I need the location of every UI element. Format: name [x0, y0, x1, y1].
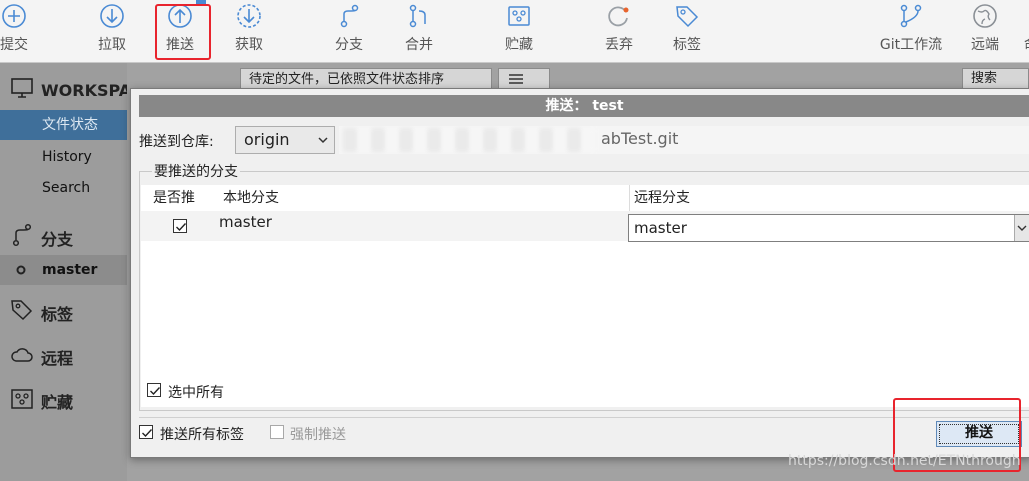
watermark: https://blog.csdn.net/ETNthrough [788, 453, 1021, 469]
pull-label: 拉取 [98, 37, 126, 53]
branches-header-label: 分支 [41, 230, 74, 249]
git-flow-label: Git工作流 [879, 37, 943, 53]
select-all-label: 选中所有 [168, 385, 224, 401]
checkmark-icon [176, 223, 187, 232]
remote-button[interactable]: 远端 [964, 0, 1006, 62]
sidebar-item-label: Search [42, 180, 91, 196]
tag-icon [11, 300, 33, 321]
checkmark-icon [142, 429, 153, 438]
push-highlight-box [155, 4, 211, 60]
branch-button[interactable]: 分支 [326, 0, 372, 62]
sidebar-item-history[interactable]: History [0, 142, 127, 172]
chevron-down-icon [1017, 225, 1027, 231]
branches-header[interactable]: 分支 [41, 226, 73, 250]
sidebar-item-search[interactable]: Search [0, 173, 127, 203]
remote-branch-dropdown-button[interactable] [1014, 215, 1029, 241]
sidebar-item-master[interactable]: master [0, 255, 127, 285]
remote-select-value: origin [244, 130, 290, 149]
commit-button[interactable]: 提交 [0, 0, 34, 62]
discard-label: 丢弃 [605, 37, 633, 53]
monitor-icon [11, 78, 33, 98]
stashes-header-label: 贮藏 [41, 393, 74, 412]
terminal-button[interactable]: 命 [1020, 0, 1029, 62]
row-local-branch: master [219, 213, 272, 231]
commit-label: 提交 [0, 37, 28, 53]
column-header-push[interactable]: 是否推 [153, 185, 195, 211]
tags-header-label: 标签 [41, 305, 74, 324]
discard-button[interactable]: 丢弃 [596, 0, 642, 62]
sidebar-item-label: 文件状态 [42, 117, 98, 133]
push-to-repo-label: 推送到仓库: [139, 134, 214, 150]
file-filter-label: 待定的文件，已依照文件状态排序 [249, 72, 445, 87]
cloud-icon [11, 348, 33, 362]
tag-button[interactable]: 标签 [664, 0, 710, 62]
stash-icon [11, 389, 33, 409]
arrow-down-dashed-circle-icon [237, 4, 261, 28]
chevron-down-icon [318, 137, 328, 144]
search-input[interactable]: 搜索 [962, 68, 1029, 90]
push-all-tags-label: 推送所有标签 [160, 427, 244, 443]
tags-header[interactable]: 标签 [41, 301, 73, 325]
force-push-label: 强制推送 [290, 427, 346, 443]
merge-label: 合并 [405, 37, 433, 53]
row-push-checkbox[interactable] [173, 219, 187, 233]
force-push-box [270, 425, 284, 439]
current-branch-icon [16, 265, 26, 275]
sidebar-item-file-status[interactable]: 文件状态 [0, 110, 127, 140]
branches-group-title: 要推送的分支 [152, 161, 240, 181]
sidebar-item-label: History [42, 149, 92, 165]
stashes-header[interactable]: 贮藏 [41, 389, 73, 413]
remote-branch-value: master [634, 219, 687, 237]
stash-label: 贮藏 [505, 37, 533, 53]
force-push-checkbox[interactable]: 强制推送 [270, 424, 370, 443]
terminal-label: 命 [1024, 34, 1029, 54]
plus-circle-icon [2, 4, 26, 28]
remote-label: 远端 [971, 37, 999, 53]
branch-label: 分支 [335, 37, 363, 53]
dialog-title: 推送： test [139, 95, 1029, 117]
sidebar: WORKSPACE 文件状态 History Search 分支 master … [0, 63, 154, 481]
remotes-header-label: 远程 [41, 349, 74, 368]
branch-icon [340, 4, 359, 28]
remotes-header[interactable]: 远程 [41, 345, 73, 369]
checkmark-icon [150, 387, 161, 396]
view-options-button[interactable] [498, 68, 550, 90]
globe-icon [973, 4, 997, 28]
push-all-tags-box [139, 425, 153, 439]
sidebar-item-label: master [42, 262, 98, 278]
stash-icon [508, 6, 530, 26]
branch-icon [12, 223, 32, 247]
column-header-local[interactable]: 本地分支 [223, 185, 279, 211]
git-flow-button[interactable]: Git工作流 [874, 0, 948, 62]
remote-url-field: abTest.git [339, 126, 1029, 154]
redacted-url [343, 128, 595, 152]
remote-url-suffix: abTest.git [601, 129, 679, 148]
push-all-tags-checkbox[interactable]: 推送所有标签 [139, 424, 259, 443]
merge-icon [409, 4, 426, 28]
arrow-down-circle-icon [100, 4, 124, 28]
fetch-label: 获取 [235, 37, 263, 53]
discard-icon [608, 6, 629, 27]
git-flow-icon [900, 4, 922, 28]
pull-button[interactable]: 拉取 [90, 0, 134, 62]
search-placeholder: 搜索 [971, 71, 998, 86]
column-header-remote[interactable]: 远程分支 [634, 185, 690, 211]
fetch-button[interactable]: 获取 [226, 0, 272, 62]
tag-icon [676, 6, 699, 28]
list-icon [509, 74, 523, 84]
select-all-box [147, 383, 161, 397]
toolbar: 提交 拉取 推送 获取 分支 合并 贮藏 丢弃 标签 Git工作流 远端 [0, 0, 1029, 63]
remote-branch-select[interactable]: master [628, 214, 1029, 242]
select-all-checkbox[interactable]: 选中所有 [147, 382, 267, 401]
merge-button[interactable]: 合并 [396, 0, 442, 62]
tag-label: 标签 [673, 37, 701, 53]
remote-select[interactable]: origin [235, 126, 335, 154]
file-filter-select[interactable]: 待定的文件，已依照文件状态排序 [240, 68, 492, 90]
stash-button[interactable]: 贮藏 [496, 0, 542, 62]
